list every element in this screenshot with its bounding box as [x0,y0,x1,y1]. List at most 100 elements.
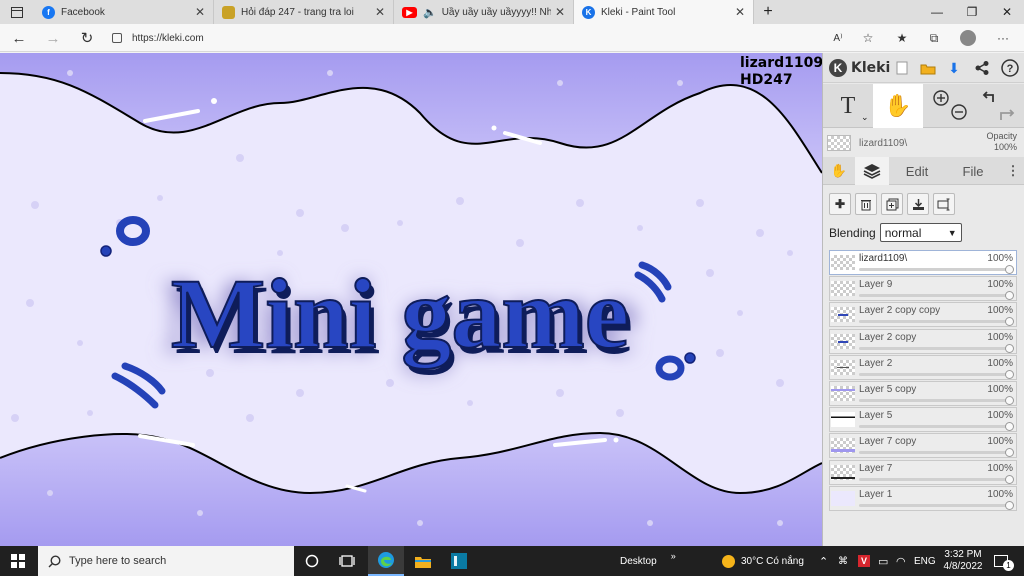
chevron-right-icon: » [670,551,676,561]
tab-hand[interactable]: ✋ [823,157,855,185]
slider-handle[interactable] [1005,317,1014,327]
layer-item[interactable]: Layer 7 copy 100% [829,433,1017,459]
edge-taskbar-icon[interactable] [368,546,404,576]
close-icon[interactable]: ✕ [555,5,565,19]
app-taskbar-icon[interactable] [442,546,476,576]
tray-v-icon[interactable]: V [858,546,870,576]
layer-item[interactable]: Layer 2 copy 100% [829,328,1017,354]
wifi-icon[interactable]: ◠ [896,546,906,576]
help-icon[interactable]: ? [1001,59,1019,77]
more-menu-icon[interactable]: ··· [993,29,1013,47]
layer-opacity-slider[interactable] [859,369,1014,379]
language-indicator[interactable]: ENG [914,546,936,576]
task-view-icon[interactable] [330,546,364,576]
tab-title: Hỏi đáp 247 - trang tra loi [241,6,354,18]
slider-handle[interactable] [1005,265,1014,274]
favorites-icon[interactable]: ★ [892,29,912,47]
battery-icon[interactable]: ▭ [878,546,888,576]
collections-icon[interactable]: ⧉ [924,29,944,47]
more-vertical-icon[interactable]: ⋮ [1001,157,1024,185]
sun-icon [722,554,735,568]
layer-opacity-slider[interactable] [859,448,1014,458]
slider-handle[interactable] [1005,500,1014,510]
open-folder-icon[interactable] [919,59,937,77]
slider-handle[interactable] [1005,291,1014,301]
taskbar-search[interactable]: Type here to search [38,546,294,576]
layer-item[interactable]: lizard1109\ 100% [829,250,1017,275]
layer-opacity-slider[interactable] [859,317,1014,327]
refresh-icon[interactable]: ↻ [76,28,98,48]
task-view-circle-icon[interactable] [296,546,328,576]
slider-handle[interactable] [1005,395,1014,405]
close-window-button[interactable]: ✕ [990,0,1024,24]
opacity-readout: Opacity 100% [986,131,1017,153]
layer-item[interactable]: Layer 5 copy 100% [829,380,1017,406]
layer-opacity: 100% [987,331,1013,343]
tab-actions-icon[interactable] [0,0,34,24]
url-field[interactable]: https://kleki.com [112,29,812,47]
start-button[interactable] [0,546,36,576]
desktop-toolbar[interactable]: Desktop » [620,546,676,576]
restore-button[interactable]: ❐ [955,0,989,24]
layer-opacity-slider[interactable] [859,474,1014,484]
clock-time: 3:32 PM [944,549,982,560]
duplicate-layer-button[interactable] [881,193,903,215]
file-explorer-icon[interactable] [406,546,440,576]
layer-item[interactable]: Layer 1 100% [829,485,1017,511]
minimize-button[interactable]: — [920,0,954,24]
back-icon[interactable]: ← [8,28,30,48]
tab-facebook[interactable]: f Facebook ✕ [34,0,214,24]
layer-item[interactable]: Layer 9 100% [829,276,1017,302]
close-icon[interactable]: ✕ [195,5,205,19]
plus-icon: ✚ [834,197,846,211]
layer-opacity-slider[interactable] [859,265,1014,274]
show-hidden-icons[interactable]: ⌃ [819,546,828,576]
tab-edit[interactable]: Edit [889,157,945,185]
layer-item[interactable]: Layer 2 100% [829,354,1017,380]
close-icon[interactable]: ✕ [735,5,745,19]
download-icon[interactable]: ⬇ [945,59,963,77]
add-layer-button[interactable]: ✚ [829,193,851,215]
layer-opacity-slider[interactable] [859,422,1014,432]
rename-layer-button[interactable] [933,193,955,215]
drawing-canvas[interactable]: Mini game Mini game Mini game lizard1109… [0,53,822,546]
tab-layers[interactable] [855,157,889,185]
layer-opacity: 100% [987,305,1013,317]
layer-opacity-slider[interactable] [859,343,1014,353]
blending-select[interactable]: normal ▼ [879,223,962,242]
speaker-icon[interactable]: 🔈 [423,6,437,19]
tab-youtube[interactable]: ▶ 🔈 Uầy uầy uầy uầyyyy!! Nhữn ✕ [394,0,574,24]
read-aloud-icon[interactable]: A⁾ [828,29,848,47]
layer-item[interactable]: Layer 2 copy copy 100% [829,302,1017,328]
delete-layer-button[interactable] [855,193,877,215]
forward-icon[interactable]: → [42,28,64,48]
slider-handle[interactable] [1005,422,1014,432]
new-image-icon[interactable] [893,59,911,77]
tab-kleki[interactable]: K Kleki - Paint Tool ✕ [574,0,754,24]
clock[interactable]: 3:32 PM 4/8/2022 [938,546,988,576]
slider-handle[interactable] [1005,369,1014,379]
share-icon[interactable] [973,59,991,77]
text-tool-button[interactable]: T ⌄ [823,84,873,128]
slider-handle[interactable] [1005,448,1014,458]
add-favorite-icon[interactable]: ☆ [858,29,878,47]
layer-opacity-slider[interactable] [859,291,1014,301]
layer-opacity-slider[interactable] [859,500,1014,510]
tab-file[interactable]: File [945,157,1001,185]
new-tab-button[interactable]: + [754,0,782,24]
close-icon[interactable]: ✕ [375,5,385,19]
merge-down-button[interactable] [907,193,929,215]
profile-avatar[interactable] [958,29,978,47]
slider-handle[interactable] [1005,474,1014,484]
layer-opacity-slider[interactable] [859,395,1014,405]
undo-redo-buttons[interactable] [975,84,1023,128]
weather-widget[interactable]: 30°C Có nắng [722,546,804,576]
layer-actions: ✚ [829,193,955,215]
notifications-button[interactable]: 1 [994,546,1014,576]
tab-hoidap[interactable]: Hỏi đáp 247 - trang tra loi ✕ [214,0,394,24]
hand-tool-button[interactable]: ✋ [873,84,923,128]
layer-item[interactable]: Layer 7 100% [829,459,1017,485]
slider-handle[interactable] [1005,343,1014,353]
layer-item[interactable]: Layer 5 100% [829,407,1017,433]
tray-app-icon[interactable]: ⌘ [838,546,848,576]
